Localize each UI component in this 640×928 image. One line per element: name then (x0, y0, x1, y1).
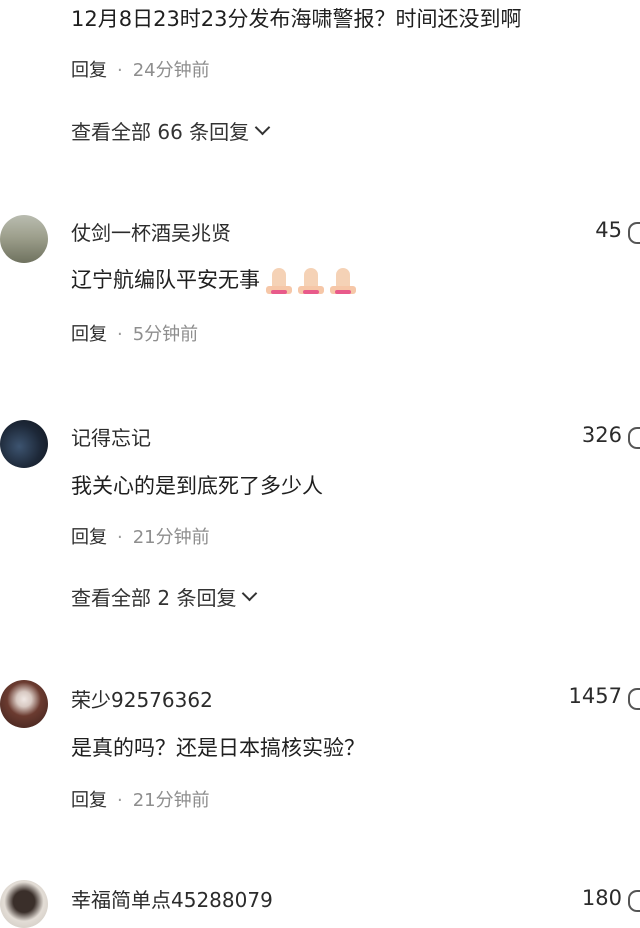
reply-button[interactable]: 回复 (71, 790, 107, 811)
comment-meta: 回复 · 5分钟前 (71, 320, 198, 346)
comment-text-wrap: 辽宁航编队平安无事 (71, 264, 360, 294)
separator-dot: · (117, 60, 123, 81)
view-all-replies-label: 查看全部 2 条回复 (71, 586, 237, 610)
like-count: 326 (581, 423, 622, 447)
comment-meta: 回复 · 21分钟前 (71, 786, 210, 812)
thumbs-up-icon[interactable] (628, 427, 640, 449)
comment-meta: 回复 · 24分钟前 (71, 56, 210, 82)
thumbs-up-icon[interactable] (628, 688, 640, 710)
folded-hands-emoji (264, 268, 360, 294)
comment-text: 12月8日23时23分发布海啸警报？时间还没到啊 (71, 7, 522, 31)
reply-button[interactable]: 回复 (71, 60, 107, 81)
thumbs-up-icon[interactable] (628, 222, 640, 244)
comment-username[interactable]: 幸福简单点45288079 (71, 884, 273, 913)
avatar[interactable] (0, 880, 48, 928)
comment-time: 21分钟前 (132, 790, 210, 811)
chevron-down-icon (242, 585, 258, 602)
view-all-replies-label: 查看全部 66 条回复 (71, 120, 250, 144)
view-all-replies-button[interactable]: 查看全部 66 条回复 (71, 116, 271, 145)
view-all-replies-button[interactable]: 查看全部 2 条回复 (71, 582, 258, 611)
avatar[interactable] (0, 215, 48, 263)
avatar[interactable] (0, 680, 48, 728)
chevron-down-icon (254, 119, 271, 136)
reply-button[interactable]: 回复 (71, 324, 107, 345)
avatar[interactable] (0, 420, 48, 468)
comment-text: 辽宁航编队平安无事 (71, 268, 260, 292)
separator-dot: · (117, 790, 123, 811)
comment-username[interactable]: 仗剑一杯酒吴兆贤 (71, 217, 231, 246)
comment-username[interactable]: 荣少92576362 (71, 684, 213, 713)
like-count: 1457 (568, 684, 622, 708)
like-count: 180 (581, 886, 622, 910)
like-count: 45 (595, 218, 622, 242)
separator-dot: · (117, 324, 123, 345)
reply-button[interactable]: 回复 (71, 527, 107, 548)
comment-meta: 回复 · 21分钟前 (71, 523, 210, 549)
comment-text: 我关心的是到底死了多少人 (71, 474, 323, 498)
comment-username[interactable]: 记得忘记 (71, 422, 151, 451)
comment-text: 是真的吗？还是日本搞核实验？ (71, 736, 365, 760)
comment-time: 24分钟前 (132, 60, 210, 81)
separator-dot: · (117, 527, 123, 548)
comment-time: 21分钟前 (132, 527, 210, 548)
comment-time: 5分钟前 (132, 324, 199, 345)
thumbs-up-icon[interactable] (628, 890, 640, 912)
